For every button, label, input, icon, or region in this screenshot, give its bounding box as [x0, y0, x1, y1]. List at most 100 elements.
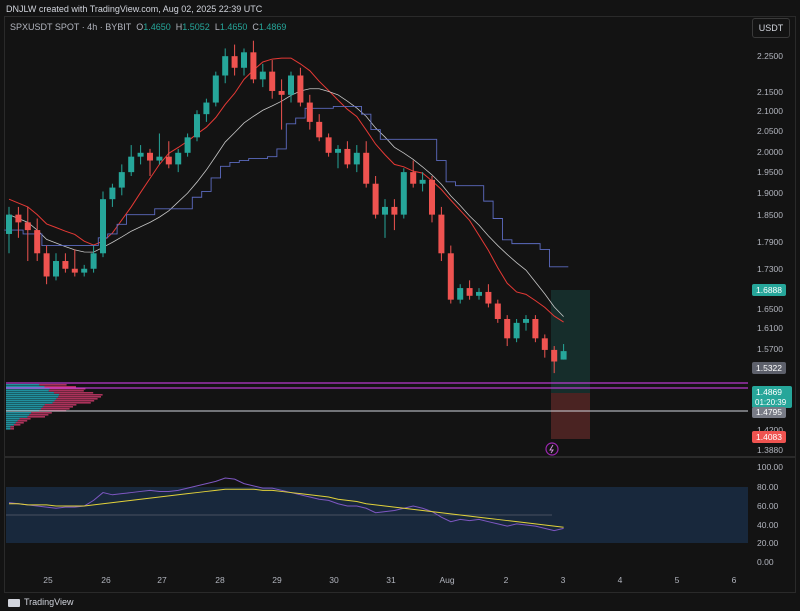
candle-body[interactable]: [222, 56, 229, 76]
candle-body[interactable]: [250, 52, 257, 80]
price-tick-label: 1.8500: [757, 210, 783, 220]
candle-body[interactable]: [353, 152, 360, 165]
tradingview-icon: [8, 598, 20, 607]
candle-body[interactable]: [81, 268, 88, 273]
level-badge-text: 1.5322: [756, 363, 782, 373]
candle-body[interactable]: [175, 152, 182, 165]
candle-body[interactable]: [429, 179, 435, 215]
time-tick-label: 29: [272, 575, 282, 585]
candle-body[interactable]: [269, 71, 276, 91]
candle-body[interactable]: [156, 156, 163, 161]
candle-body[interactable]: [306, 102, 313, 122]
candle-body[interactable]: [344, 148, 351, 165]
candle-body[interactable]: [147, 152, 153, 161]
candle-body[interactable]: [203, 102, 210, 115]
stop-badge-text: 1.4083: [756, 432, 782, 442]
profile-bar-up: [6, 426, 11, 428]
price-chart[interactable]: 2.2500 2.1500 2.1000 2.0500 2.0000 1.9500 1.90…: [0, 0, 800, 594]
candle-body[interactable]: [504, 318, 511, 339]
profile-bar-up: [6, 416, 28, 418]
candle-body[interactable]: [363, 152, 370, 184]
candle-body[interactable]: [109, 187, 116, 200]
candle-body[interactable]: [128, 156, 135, 173]
osc-tick-label: 60.00: [757, 501, 779, 511]
profile-bar-up: [6, 428, 11, 430]
candle-body[interactable]: [325, 137, 332, 153]
profile-bar-up: [6, 418, 20, 420]
time-tick-label: 4: [618, 575, 623, 585]
candle-body[interactable]: [34, 230, 41, 254]
candle-body[interactable]: [335, 148, 341, 153]
profile-bar-down: [10, 426, 14, 428]
candle-body[interactable]: [438, 214, 445, 254]
time-tick-label: Aug: [439, 575, 454, 585]
candle-body[interactable]: [513, 322, 520, 339]
candle-body[interactable]: [241, 52, 247, 68]
candle-body[interactable]: [259, 71, 266, 80]
profile-bar-up: [6, 392, 54, 394]
profile-bar-down: [42, 406, 73, 408]
candle-body[interactable]: [43, 253, 50, 277]
profile-bar-down: [29, 414, 49, 416]
candlestick-series[interactable]: [6, 40, 567, 374]
candle-body[interactable]: [194, 114, 200, 138]
footer: TradingView: [0, 594, 800, 611]
profile-bar-down: [31, 412, 52, 414]
candle-body[interactable]: [6, 214, 12, 234]
time-tick-label: 3: [561, 575, 566, 585]
time-axis[interactable]: 25 26 27 28 29 30 31 Aug 2 3 4 5 6: [43, 575, 736, 585]
candle-body[interactable]: [541, 338, 548, 350]
alert-icon[interactable]: [545, 442, 559, 456]
profile-bar-down: [56, 398, 98, 400]
candle-body[interactable]: [90, 253, 97, 269]
profile-bar-up: [6, 412, 32, 414]
profile-bar-down: [44, 386, 76, 388]
ma-white-line[interactable]: [8, 88, 564, 317]
candle-body[interactable]: [560, 351, 567, 360]
candle-body[interactable]: [288, 75, 294, 95]
candle-body[interactable]: [382, 206, 388, 215]
candle-body[interactable]: [466, 288, 473, 296]
candle-body[interactable]: [551, 349, 558, 362]
candle-body[interactable]: [71, 268, 78, 273]
candle-body[interactable]: [532, 318, 539, 339]
time-tick-label: 31: [386, 575, 396, 585]
candle-body[interactable]: [184, 137, 191, 153]
tradingview-logo[interactable]: TradingView: [8, 597, 74, 607]
candle-body[interactable]: [447, 253, 454, 300]
candle-body[interactable]: [62, 261, 69, 269]
candle-body[interactable]: [24, 222, 31, 231]
oscillator-axis[interactable]: 100.00 80.00 60.00 40.00 20.00 0.00: [757, 462, 783, 567]
ma-red-line[interactable]: [8, 57, 564, 323]
candle-body[interactable]: [410, 172, 417, 184]
candle-body[interactable]: [118, 172, 125, 188]
candle-body[interactable]: [419, 179, 426, 184]
candle-body[interactable]: [316, 121, 323, 138]
profile-bar-up: [6, 398, 57, 400]
candle-body[interactable]: [231, 56, 238, 68]
candle-body[interactable]: [523, 318, 529, 323]
stop-loss-zone[interactable]: [551, 393, 590, 439]
candle-body[interactable]: [212, 75, 219, 103]
candle-body[interactable]: [297, 75, 304, 103]
candle-body[interactable]: [278, 90, 285, 95]
candle-body[interactable]: [165, 156, 172, 165]
osc-tick-label: 80.00: [757, 482, 779, 492]
candle-body[interactable]: [485, 291, 492, 304]
osc-tick-label: 100.00: [757, 462, 783, 472]
profile-bar-down: [19, 418, 31, 420]
price-tick-label: 1.6500: [757, 304, 783, 314]
take-profit-zone[interactable]: [551, 290, 590, 393]
candle-body[interactable]: [137, 152, 144, 157]
time-tick-label: 6: [732, 575, 737, 585]
candle-body[interactable]: [391, 206, 398, 215]
candle-body[interactable]: [15, 214, 22, 223]
candle-body[interactable]: [494, 303, 501, 319]
candle-body[interactable]: [53, 261, 59, 277]
candle-body[interactable]: [372, 183, 379, 215]
candle-body[interactable]: [457, 288, 464, 300]
volume-profile: [6, 384, 103, 430]
candle-body[interactable]: [400, 172, 407, 215]
candle-body[interactable]: [476, 291, 482, 296]
candle-body[interactable]: [100, 199, 106, 254]
